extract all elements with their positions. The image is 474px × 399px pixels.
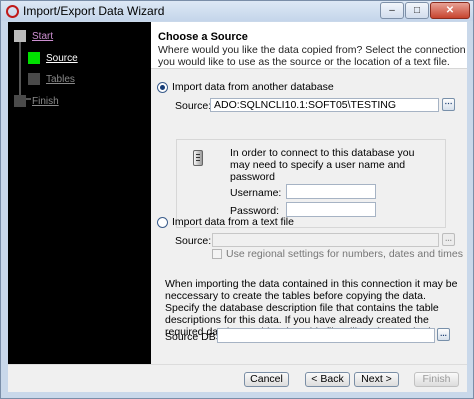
credentials-info: In order to connect to this database you… — [230, 147, 415, 183]
database-connection-icon: ⋯ — [444, 99, 453, 108]
text-source-label: Source: — [175, 235, 212, 247]
wizard-window: Import/Export Data Wizard – □ ✕ Start So… — [0, 0, 474, 399]
text-file-option[interactable]: Import data from a text file — [157, 216, 294, 228]
page-header: Choose a Source Where would you like the… — [151, 22, 467, 69]
database-radio-label[interactable]: Import data from another database — [172, 81, 334, 93]
database-browse-button[interactable]: ⋯ — [442, 98, 455, 111]
step-finish-marker — [14, 95, 26, 107]
minimize-button[interactable]: – — [380, 2, 404, 19]
app-logo-icon — [6, 4, 19, 18]
step-source[interactable]: Source — [28, 52, 78, 64]
password-field[interactable] — [286, 202, 376, 217]
page-title: Choose a Source — [158, 31, 248, 43]
username-field[interactable] — [286, 184, 376, 199]
regional-settings-checkbox[interactable] — [212, 249, 222, 259]
back-button[interactable]: < Back — [305, 372, 350, 387]
database-source-label: Source: — [175, 100, 212, 112]
step-finish: Finish — [14, 95, 59, 107]
step-tables-marker — [28, 73, 40, 85]
step-tables: Tables — [28, 73, 75, 85]
database-option[interactable]: Import data from another database — [157, 81, 334, 93]
next-button[interactable]: Next > — [354, 372, 399, 387]
step-source-label[interactable]: Source — [46, 53, 78, 64]
database-radio[interactable] — [157, 81, 168, 93]
cancel-button[interactable]: Cancel — [244, 372, 289, 387]
step-tables-label: Tables — [46, 73, 75, 85]
source-dbs-browse-button[interactable]: ... — [437, 328, 450, 341]
wizard-client: Start Source Tables Finish Choose a Sour… — [8, 22, 467, 392]
step-connector-line — [19, 38, 21, 98]
source-dbs-field[interactable] — [217, 328, 435, 343]
window-title: Import/Export Data Wizard — [23, 4, 165, 18]
credentials-group: In order to connect to this database you… — [176, 139, 446, 228]
window-controls: – □ ✕ — [380, 2, 470, 19]
close-button[interactable]: ✕ — [430, 2, 470, 19]
regional-settings-option[interactable]: Use regional settings for numbers, dates… — [212, 248, 463, 260]
server-icon — [193, 150, 203, 166]
step-source-marker — [28, 52, 40, 64]
step-finish-label: Finish — [32, 95, 59, 107]
wizard-footer: Cancel < Back Next > Finish — [8, 364, 467, 392]
database-source-field[interactable]: ADO:SQLNCLI10.1:SOFT05\TESTING — [210, 98, 439, 112]
regional-settings-label[interactable]: Use regional settings for numbers, dates… — [226, 248, 463, 260]
username-label: Username: — [230, 187, 282, 199]
text-file-radio[interactable] — [157, 216, 168, 228]
finish-button[interactable]: Finish — [414, 372, 459, 387]
text-source-field[interactable] — [212, 233, 439, 247]
step-start-label[interactable]: Start — [32, 31, 53, 42]
step-start[interactable]: Start — [14, 30, 53, 42]
steps-sidebar: Start Source Tables Finish — [8, 22, 151, 364]
page-description: Where would you like the data copied fro… — [158, 44, 466, 68]
step-start-marker — [14, 30, 26, 42]
text-browse-button[interactable]: ... — [442, 233, 455, 246]
title-bar[interactable]: Import/Export Data Wizard – □ ✕ — [1, 1, 473, 21]
source-panel: Choose a Source Where would you like the… — [151, 22, 467, 364]
text-file-radio-label[interactable]: Import data from a text file — [172, 216, 294, 228]
maximize-button[interactable]: □ — [405, 2, 429, 19]
